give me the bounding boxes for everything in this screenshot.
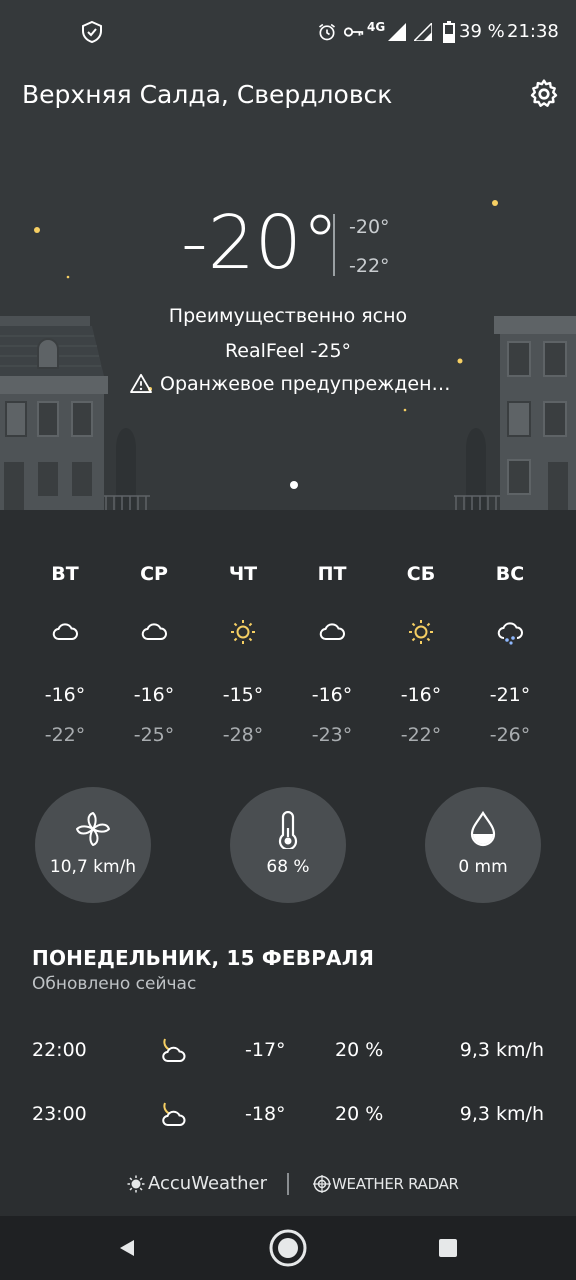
date-title: ПОНЕДЕЛЬНИК, 15 ФЕВРАЛЯ xyxy=(32,946,375,970)
hour-precip: 20 % xyxy=(335,1039,384,1061)
precipitation-metric[interactable]: 0 mm xyxy=(425,787,541,903)
moon-cloud-icon xyxy=(162,1102,186,1126)
shield-check-icon xyxy=(82,20,102,44)
day-high: -16° xyxy=(400,684,442,706)
status-bar: 4G 39 % 21:38 xyxy=(0,0,576,64)
day-name: ВС xyxy=(495,563,525,585)
water-drop-icon xyxy=(470,811,496,847)
day-name: СБ xyxy=(406,563,436,585)
humidity-value: 68 % xyxy=(266,857,310,877)
fan-icon xyxy=(76,812,110,846)
navigation-bar xyxy=(0,1216,576,1280)
current-weather-panel[interactable]: Верхняя Салда, Свердловск -20° -20° -22°… xyxy=(0,64,576,510)
warning-icon xyxy=(130,373,152,393)
hour-wind: 9,3 km/h xyxy=(459,1103,544,1125)
recents-icon[interactable] xyxy=(438,1238,458,1258)
day-high: -16° xyxy=(133,684,175,706)
day-high: -21° xyxy=(489,684,531,706)
radar-icon xyxy=(313,1175,331,1193)
snow-cloud-icon xyxy=(497,622,523,645)
wind-speed: 10,7 km/h xyxy=(49,857,137,877)
accuweather-text: AccuWeather xyxy=(148,1173,267,1194)
wind-metric[interactable]: 10,7 km/h xyxy=(35,787,151,903)
updated-text: Обновлено сейчас xyxy=(32,974,197,994)
day-low: -22° xyxy=(400,724,442,746)
sun-icon xyxy=(231,620,255,644)
signal-icon-2 xyxy=(414,23,432,41)
day-name: СР xyxy=(140,563,168,585)
day-high: -15° xyxy=(222,684,264,706)
day-high: -16° xyxy=(44,684,86,706)
day-low: -22° xyxy=(44,724,86,746)
hour-temp: -17° xyxy=(245,1039,286,1061)
cloud-icon xyxy=(319,623,345,640)
current-low: -22° xyxy=(349,255,390,277)
humidity-metric[interactable]: 68 % xyxy=(230,787,346,903)
day-low: -26° xyxy=(489,724,531,746)
day-name: ВТ xyxy=(51,563,79,585)
page-indicator-dot xyxy=(290,481,298,489)
day-name: ПТ xyxy=(317,563,347,585)
hour-temp: -18° xyxy=(245,1103,286,1125)
hour-wind: 9,3 km/h xyxy=(459,1039,544,1061)
current-temperature: -20° xyxy=(181,200,339,286)
alert-text: Оранжевое предупрежден… xyxy=(160,373,451,395)
weather-alert[interactable]: Оранжевое предупрежден… xyxy=(130,373,451,395)
moon-cloud-icon xyxy=(162,1038,186,1062)
hour-precip: 20 % xyxy=(335,1103,384,1125)
day-low: -23° xyxy=(311,724,353,746)
temp-divider xyxy=(333,214,335,276)
home-icon[interactable] xyxy=(268,1228,308,1268)
battery-icon xyxy=(443,21,455,43)
accuweather-sun-icon xyxy=(127,1175,145,1193)
day-low: -28° xyxy=(222,724,264,746)
cloud-icon xyxy=(52,623,78,640)
network-type: 4G xyxy=(367,20,386,34)
thermometer-icon xyxy=(278,811,298,849)
hour-time: 22:00 xyxy=(32,1039,87,1061)
battery-level: 39 % xyxy=(459,21,505,42)
condition-text: Преимущественно ясно xyxy=(168,305,408,327)
day-high: -16° xyxy=(311,684,353,706)
footer-divider xyxy=(287,1173,289,1195)
signal-icon xyxy=(388,23,406,41)
back-icon[interactable] xyxy=(116,1237,138,1259)
precipitation-value: 0 mm xyxy=(458,857,508,877)
cloud-icon xyxy=(141,623,167,640)
alarm-icon xyxy=(319,23,335,41)
sun-icon xyxy=(409,620,433,644)
day-low: -25° xyxy=(133,724,175,746)
clock: 21:38 xyxy=(507,21,559,42)
weather-radar-text: WEATHER RADAR xyxy=(332,1175,459,1193)
night-scene-illustration xyxy=(0,182,576,510)
day-name: ЧТ xyxy=(228,563,258,585)
current-high: -20° xyxy=(349,216,390,238)
realfeel-text: RealFeel -25° xyxy=(224,340,352,362)
vpn-key-icon xyxy=(343,27,364,37)
hour-time: 23:00 xyxy=(32,1103,87,1125)
